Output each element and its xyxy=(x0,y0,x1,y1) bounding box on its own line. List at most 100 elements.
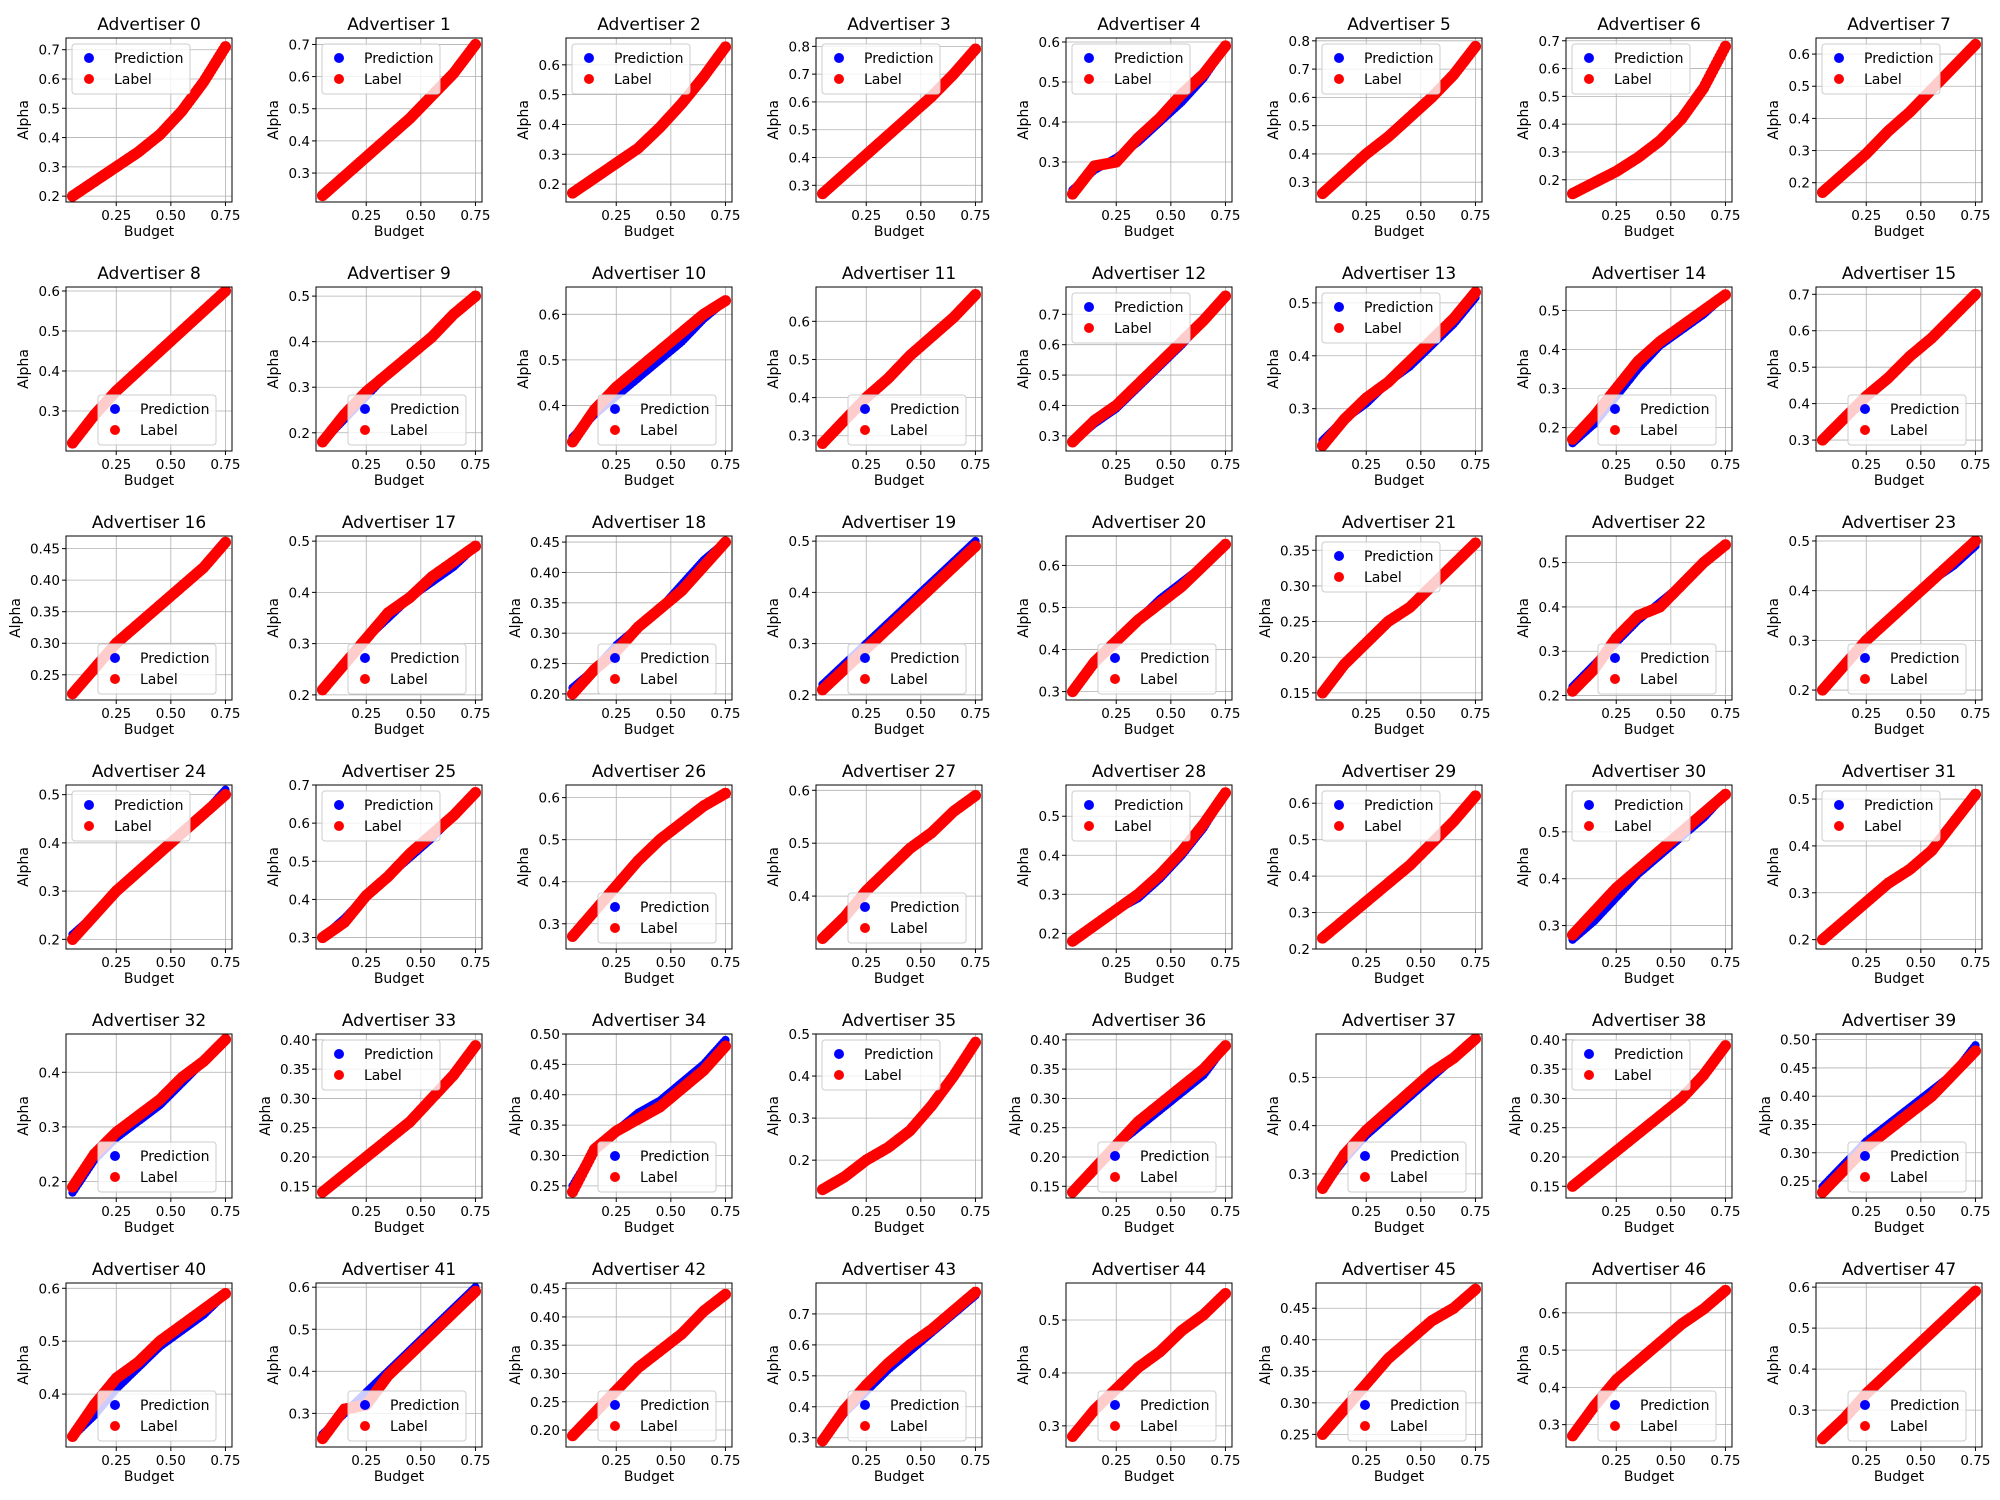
y-tick-label: 0.6 xyxy=(39,72,60,88)
y-tick-label: 0.6 xyxy=(39,284,60,300)
data-point xyxy=(719,536,732,548)
legend-entry: Prediction xyxy=(1114,51,1184,67)
legend-marker xyxy=(360,404,370,414)
data-point xyxy=(969,540,982,552)
x-tick-label: 0.75 xyxy=(1710,208,1740,224)
x-tick-label: 0.75 xyxy=(1960,706,1990,722)
legend-entry: Prediction xyxy=(1640,651,1710,667)
x-tick-label: 0.25 xyxy=(1601,208,1631,224)
x-tick-label: 0.75 xyxy=(210,208,240,224)
legend-entry: Label xyxy=(1614,72,1652,88)
x-tick-label: 0.75 xyxy=(710,457,740,473)
x-tick-label: 0.75 xyxy=(1960,457,1990,473)
x-tick-label: 0.50 xyxy=(906,706,936,722)
legend-marker xyxy=(1334,572,1344,582)
y-tick-label: 0.2 xyxy=(39,189,60,205)
legend-entry: Prediction xyxy=(614,51,684,67)
legend-marker xyxy=(1084,74,1094,84)
y-axis-label: Alpha xyxy=(1766,598,1782,638)
x-tick-label: 0.50 xyxy=(656,457,686,473)
subplot-title: Advertiser 5 xyxy=(1347,15,1451,35)
y-tick-label: 0.4 xyxy=(1289,349,1310,365)
y-tick-label: 0.30 xyxy=(530,626,560,642)
y-tick-label: 0.35 xyxy=(30,605,60,621)
x-tick-label: 0.75 xyxy=(460,706,490,722)
y-tick-label: 0.4 xyxy=(539,398,560,414)
x-tick-label: 0.50 xyxy=(1656,706,1686,722)
y-tick-label: 0.3 xyxy=(289,380,310,396)
legend-entry: Label xyxy=(140,423,178,439)
legend-marker xyxy=(860,674,870,684)
subplot-title: Advertiser 15 xyxy=(1842,264,1956,284)
subplot-title: Advertiser 22 xyxy=(1592,513,1706,533)
legend-entry: Prediction xyxy=(140,651,210,667)
y-tick-label: 0.3 xyxy=(289,166,310,182)
subplot: 0.25 0.50 0.750.20.30.40.50.6Advertiser 7B… xyxy=(1766,15,1990,240)
y-tick-label: 0.7 xyxy=(1539,34,1560,50)
legend: PredictionLabel xyxy=(347,643,467,695)
y-tick-label: 0.35 xyxy=(530,596,560,612)
legend-marker xyxy=(1334,323,1344,333)
y-axis-label: Alpha xyxy=(266,349,282,389)
x-axis-label: Budget xyxy=(624,722,675,738)
legend-entry: Label xyxy=(390,423,428,439)
subplot: 0.25 0.50 0.750.30.40.50.6Advertiser 11Bud… xyxy=(766,264,990,489)
y-tick-label: 0.5 xyxy=(1539,89,1560,105)
x-axis-label: Budget xyxy=(1374,473,1425,489)
y-tick-label: 0.2 xyxy=(1539,173,1560,189)
y-axis-label: Alpha xyxy=(1016,349,1032,389)
y-axis-label: Alpha xyxy=(1766,349,1782,389)
legend-marker xyxy=(110,653,120,663)
y-axis-label: Alpha xyxy=(16,100,32,140)
data-point xyxy=(1719,539,1732,551)
x-tick-label: 0.50 xyxy=(656,208,686,224)
y-tick-label: 0.6 xyxy=(1039,35,1060,51)
y-tick-label: 0.5 xyxy=(789,352,810,368)
legend: PredictionLabel xyxy=(71,43,191,95)
x-axis-label: Budget xyxy=(874,722,925,738)
subplot-title: Advertiser 6 xyxy=(1597,15,1701,35)
legend-marker xyxy=(1584,74,1594,84)
x-tick-label: 0.25 xyxy=(1601,457,1631,473)
y-axis-label: Alpha xyxy=(766,349,782,389)
legend-entry: Prediction xyxy=(1364,300,1434,316)
subplot-title: Advertiser 10 xyxy=(592,264,706,284)
legend: PredictionLabel xyxy=(1847,394,1967,446)
y-tick-label: 0.25 xyxy=(30,668,60,684)
y-tick-label: 0.15 xyxy=(1280,686,1310,702)
y-tick-label: 0.5 xyxy=(539,353,560,369)
y-tick-label: 0.4 xyxy=(1789,111,1810,127)
legend-marker xyxy=(610,425,620,435)
y-tick-label: 0.7 xyxy=(1289,62,1310,78)
y-tick-label: 0.5 xyxy=(1789,534,1810,550)
x-axis-label: Budget xyxy=(1874,722,1925,738)
subplot-title: Advertiser 12 xyxy=(1092,264,1206,284)
legend-entry: Label xyxy=(1864,72,1902,88)
x-tick-label: 0.50 xyxy=(156,706,186,722)
y-tick-label: 0.3 xyxy=(789,178,810,194)
legend-marker xyxy=(610,653,620,663)
y-tick-label: 0.6 xyxy=(789,314,810,330)
y-tick-label: 0.6 xyxy=(1039,338,1060,354)
legend-marker xyxy=(1084,323,1094,333)
x-tick-label: 0.25 xyxy=(601,208,631,224)
subplot: 0.25 0.50 0.750.30.40.50.60.7Advertiser 1B… xyxy=(266,15,490,240)
y-tick-label: 0.5 xyxy=(1289,296,1310,312)
x-tick-label: 0.75 xyxy=(1210,457,1240,473)
y-tick-label: 0.6 xyxy=(539,307,560,323)
x-tick-label: 0.25 xyxy=(1101,457,1131,473)
x-tick-label: 0.75 xyxy=(1710,706,1740,722)
y-tick-label: 0.3 xyxy=(1289,175,1310,191)
y-tick-label: 0.20 xyxy=(1280,650,1310,666)
data-point xyxy=(1719,289,1732,301)
legend-entry: Label xyxy=(1640,672,1678,688)
legend-entry: Label xyxy=(1364,321,1402,337)
x-tick-label: 0.75 xyxy=(1460,457,1490,473)
legend-entry: Prediction xyxy=(640,651,710,667)
y-tick-label: 0.3 xyxy=(789,637,810,653)
legend-entry: Label xyxy=(890,672,928,688)
y-axis-label: Alpha xyxy=(1016,598,1032,638)
y-tick-label: 0.2 xyxy=(1539,421,1560,437)
subplot-title: Advertiser 11 xyxy=(842,264,956,284)
y-tick-label: 0.25 xyxy=(1280,615,1310,631)
